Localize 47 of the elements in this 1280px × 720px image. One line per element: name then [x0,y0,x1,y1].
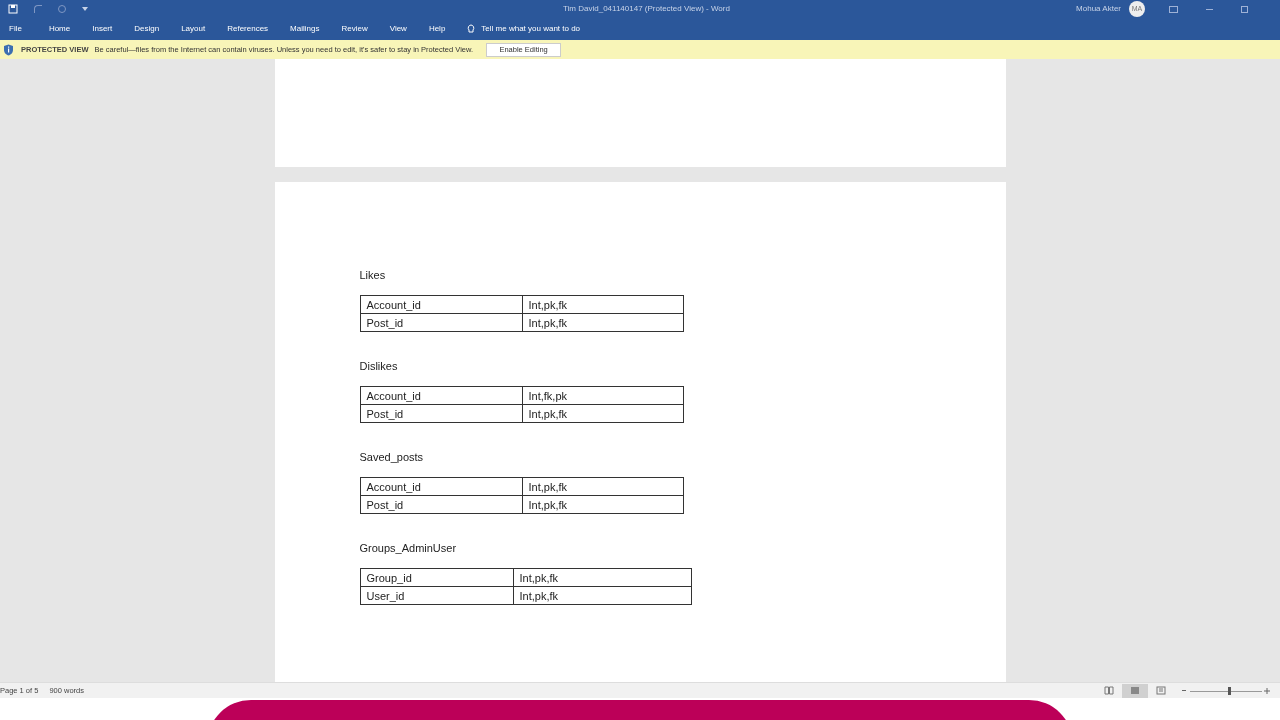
tell-me-field[interactable]: Tell me what you want to do [481,23,581,35]
ribbon-tab[interactable]: Mailings [290,23,320,35]
table-title: Saved_posts [359,450,425,464]
table-cell: Int,pk,fk [522,404,683,423]
read-mode-icon [1104,686,1114,695]
lightbulb-icon [467,24,476,34]
table-cell: Post_id [360,495,522,514]
minimize-icon[interactable] [1206,8,1213,10]
table-cell: Account_id [360,477,522,496]
ribbon-tab[interactable]: File [9,23,22,35]
table-title: Dislikes [359,359,399,373]
zoom-in-icon[interactable] [1264,687,1270,694]
ribbon-tab[interactable]: Review [341,23,368,35]
ribbon-tab[interactable]: Layout [181,23,206,35]
zoom-thumb[interactable] [1228,686,1232,695]
table-cell: Account_id [360,295,522,314]
user-name: Mohua Akter [1076,3,1121,15]
table-cell: Post_id [360,313,522,332]
ribbon-display-icon[interactable] [1169,5,1178,13]
table-cell: Int,pk,fk [513,568,691,587]
table-cell: User_id [360,586,513,605]
table-cell: Int,pk,fk [522,295,683,314]
ribbon-tab[interactable]: Design [134,23,160,35]
ribbon-tab[interactable]: References [227,23,269,35]
table-cell: Int,pk,fk [522,313,683,332]
shield-icon [3,43,14,56]
table-cell: Account_id [360,386,522,405]
ribbon-tab[interactable]: Home [48,23,71,35]
restore-icon[interactable] [1241,5,1248,13]
table-cell: Int,pk,fk [522,495,683,514]
table-cell: Group_id [360,568,513,587]
table-title: Likes [359,268,387,282]
zoom-slider[interactable] [1190,685,1262,696]
table-cell: Int,pk,fk [522,477,683,496]
table-title: Groups_AdminUser [359,541,458,555]
save-icon[interactable] [8,4,18,14]
ribbon-tab[interactable]: View [389,23,407,35]
ribbon-tab[interactable]: Insert [92,23,113,35]
table-cell: Post_id [360,404,522,423]
ribbon-tab[interactable]: Help [428,23,446,35]
view-button[interactable] [1122,683,1148,698]
table-cell: Int,fk,pk [522,386,683,405]
table-cell: Int,pk,fk [513,586,691,605]
web-layout-icon [1156,686,1166,695]
customize-caret-icon[interactable] [82,6,88,12]
window-title: Tim David_041140147 (Protected View) - Word [563,3,730,15]
print-layout-icon [1130,686,1140,695]
